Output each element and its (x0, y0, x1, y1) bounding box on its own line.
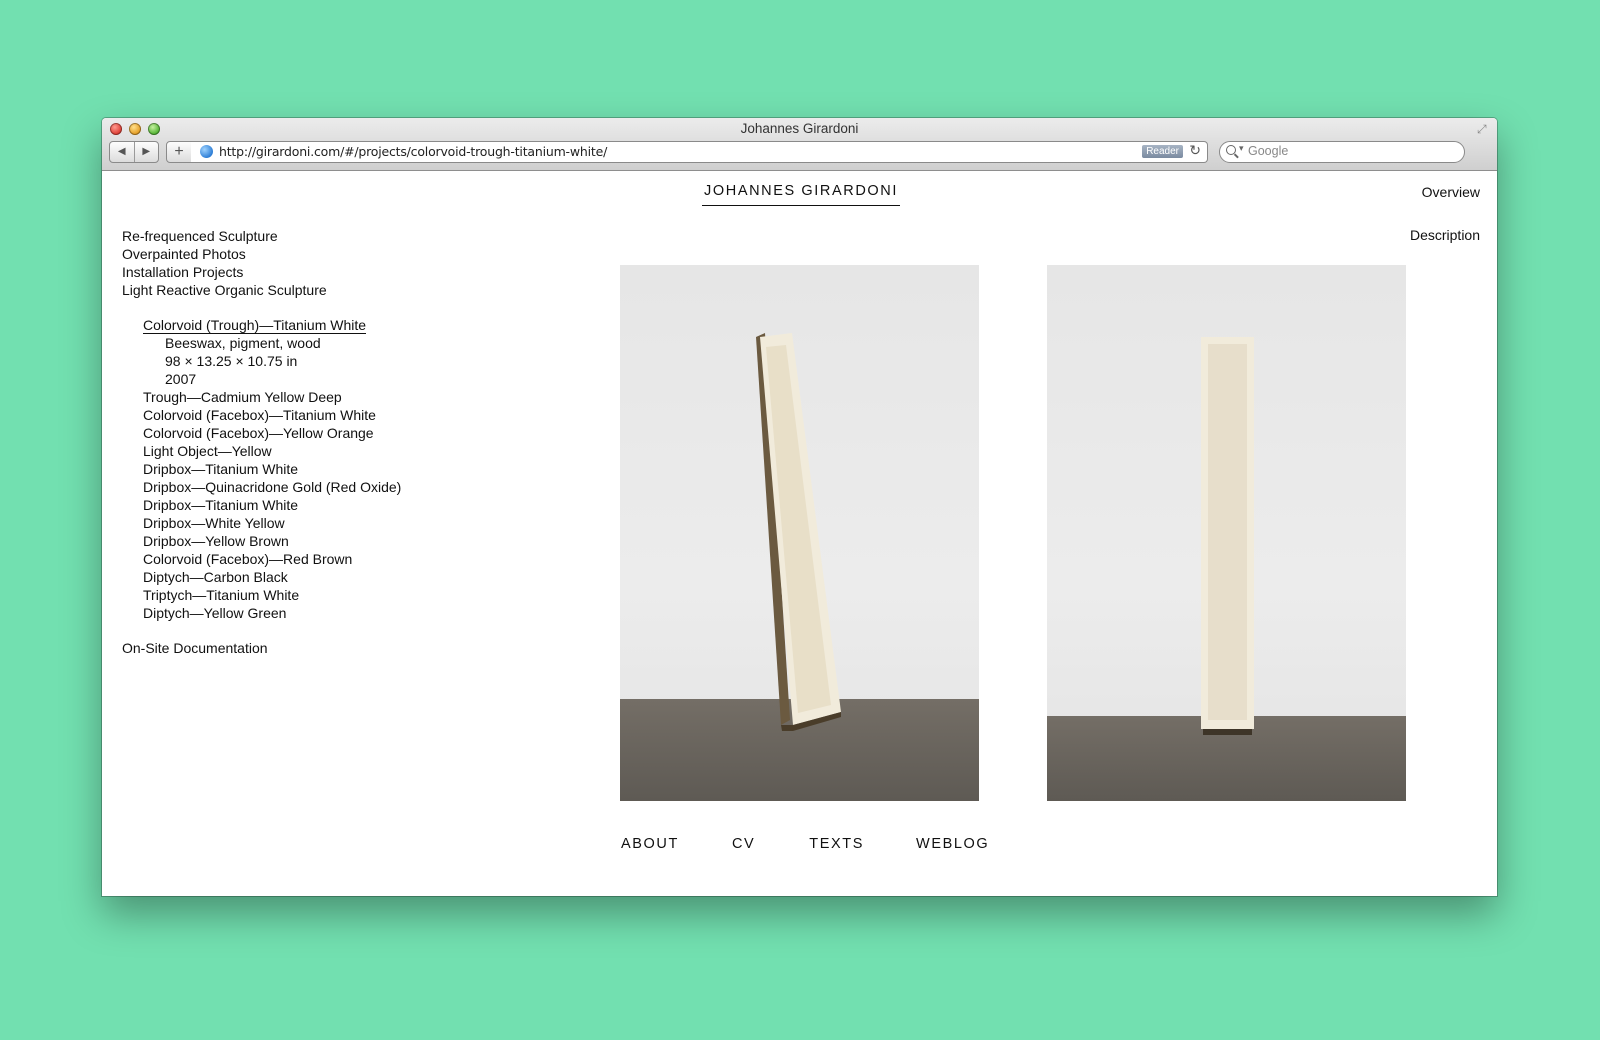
weblog-link[interactable]: WEBLOG (916, 836, 989, 852)
sculpture-angled (756, 333, 841, 731)
project-link[interactable]: Dripbox—Titanium White (122, 496, 401, 514)
overview-link[interactable]: Overview (1422, 184, 1480, 200)
cv-link[interactable]: CV (732, 836, 755, 852)
project-link[interactable]: Trough—Cadmium Yellow Deep (122, 388, 401, 406)
texts-link[interactable]: TEXTS (809, 836, 864, 852)
category-link[interactable]: Light Reactive Organic Sculpture (122, 281, 401, 299)
project-sidebar: Re-frequenced Sculpture Overpainted Phot… (122, 227, 401, 657)
footer-nav: ABOUT CV TEXTS WEBLOG (620, 836, 989, 852)
project-detail: 98 × 13.25 × 10.75 in (165, 353, 298, 369)
history-nav: ◀ ▶ (109, 141, 159, 163)
project-link[interactable]: Dripbox—Titanium White (122, 460, 401, 478)
project-link[interactable]: Diptych—Yellow Green (122, 604, 401, 622)
category-link[interactable]: Installation Projects (122, 263, 401, 281)
category-link[interactable]: On-Site Documentation (122, 639, 401, 657)
window-title: Johannes Girardoni (740, 121, 859, 136)
project-link[interactable]: Dripbox—Yellow Brown (122, 532, 401, 550)
url-text[interactable]: http://girardoni.com/#/projects/colorvoi… (219, 144, 607, 159)
back-button[interactable]: ◀ (110, 142, 134, 162)
address-bar[interactable]: http://girardoni.com/#/projects/colorvoi… (191, 141, 1208, 163)
project-link[interactable]: Dripbox—White Yellow (122, 514, 401, 532)
project-link[interactable]: Dripbox—Quinacridone Gold (Red Oxide) (122, 478, 401, 496)
category-link[interactable]: Re-frequenced Sculpture (122, 227, 401, 245)
description-link[interactable]: Description (1410, 227, 1480, 243)
reload-icon[interactable]: ↻ (1189, 142, 1201, 159)
browser-window: Johannes Girardoni ⤢ ◀ ▶ + http://girard… (102, 118, 1497, 896)
globe-icon (200, 145, 213, 158)
search-field[interactable]: ▾ Google (1219, 141, 1465, 163)
project-link[interactable]: Diptych—Carbon Black (122, 568, 401, 586)
reader-button[interactable]: Reader (1142, 145, 1183, 158)
project-link[interactable]: Colorvoid (Facebox)—Yellow Orange (122, 424, 401, 442)
chevron-down-icon[interactable]: ▾ (1239, 143, 1244, 154)
page-content: JOHANNES GIRARDONI Overview Description … (102, 171, 1497, 896)
project-detail: 2007 (165, 371, 197, 387)
browser-toolbar: ◀ ▶ + http://girardoni.com/#/projects/co… (109, 141, 1490, 163)
project-link[interactable]: Colorvoid (Facebox)—Red Brown (122, 550, 401, 568)
project-detail: Beeswax, pigment, wood (165, 335, 321, 351)
search-placeholder: Google (1248, 144, 1289, 158)
about-link[interactable]: ABOUT (621, 836, 679, 852)
active-project-link[interactable]: Colorvoid (Trough)—Titanium White (122, 316, 401, 334)
artwork-photo-angled[interactable] (620, 265, 979, 801)
artwork-photo-front[interactable] (1047, 265, 1406, 801)
sculpture-front (1201, 337, 1254, 735)
active-project-label: Colorvoid (Trough)—Titanium White (143, 317, 367, 334)
titlebar: Johannes Girardoni ⤢ ◀ ▶ + http://girard… (102, 118, 1497, 171)
site-title[interactable]: JOHANNES GIRARDONI (702, 183, 900, 206)
project-link[interactable]: Colorvoid (Facebox)—Titanium White (122, 406, 401, 424)
project-link[interactable]: Triptych—Titanium White (122, 586, 401, 604)
fullscreen-icon[interactable]: ⤢ (1477, 122, 1491, 136)
forward-button[interactable]: ▶ (133, 142, 159, 162)
search-icon (1226, 145, 1236, 155)
project-link[interactable]: Light Object—Yellow (122, 442, 401, 460)
add-bookmark-button[interactable]: + (166, 141, 192, 163)
category-link[interactable]: Overpainted Photos (122, 245, 401, 263)
